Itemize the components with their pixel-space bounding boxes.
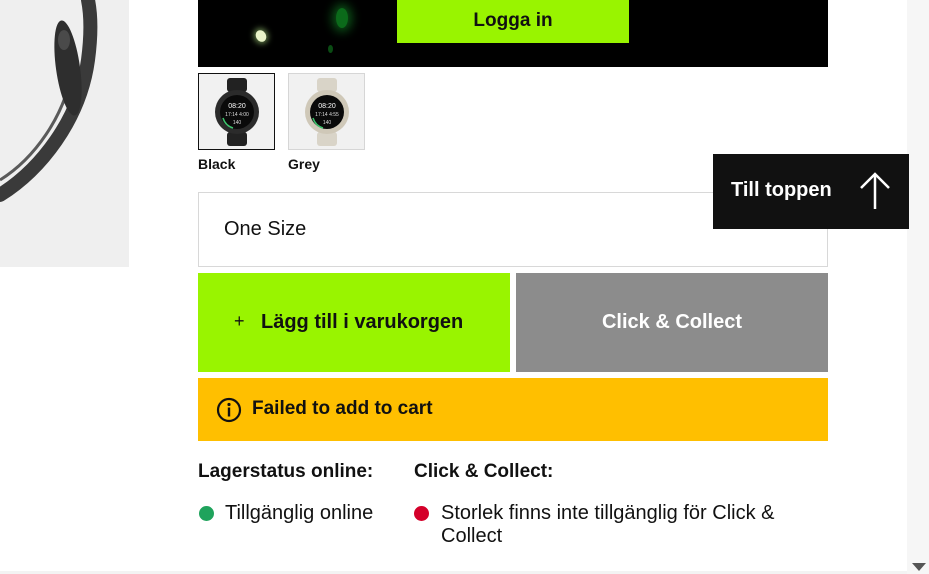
scroll-down-arrow-icon[interactable] bbox=[912, 563, 926, 571]
size-select-value: One Size bbox=[224, 218, 307, 240]
back-to-top-button[interactable]: Till toppen bbox=[713, 154, 909, 229]
online-stock-title: Lagerstatus online: bbox=[198, 461, 374, 482]
product-image[interactable] bbox=[0, 0, 129, 267]
product-page: Logga in 08:20 17:14 4:00 140 Black 08:2… bbox=[0, 0, 929, 574]
black-watch-thumbnail: 08:20 17:14 4:00 140 bbox=[215, 78, 259, 146]
swatch-black[interactable]: 08:20 17:14 4:00 140 bbox=[198, 73, 275, 150]
online-stock-status: Tillgänglig online bbox=[225, 502, 374, 524]
click-collect-stock-status: Storlek finns inte tillgänglig för Click… bbox=[441, 502, 774, 548]
svg-text:08:20: 08:20 bbox=[228, 103, 246, 110]
click-collect-status-line: Storlek finns inte tillgänglig för Click… bbox=[441, 502, 775, 524]
click-collect-button[interactable]: Click & Collect bbox=[516, 273, 828, 372]
plus-icon: + bbox=[234, 311, 245, 331]
unavailable-status-dot bbox=[414, 506, 429, 521]
login-button[interactable]: Logga in bbox=[397, 0, 629, 43]
grey-watch-thumbnail: 08:20 17:14 4:55 140 bbox=[305, 78, 349, 146]
svg-text:140: 140 bbox=[233, 120, 242, 126]
back-to-top-label: Till toppen bbox=[731, 179, 832, 201]
banner-light bbox=[328, 45, 333, 53]
svg-text:17:14 4:00: 17:14 4:00 bbox=[225, 112, 249, 118]
promo-banner: Logga in bbox=[198, 0, 828, 67]
swatch-label-black: Black bbox=[198, 156, 236, 172]
swatch-label-grey: Grey bbox=[288, 156, 320, 172]
banner-light bbox=[253, 28, 269, 44]
available-status-dot bbox=[199, 506, 214, 521]
svg-text:17:14 4:55: 17:14 4:55 bbox=[315, 112, 339, 118]
info-icon bbox=[216, 397, 242, 423]
scrollbar-track[interactable] bbox=[907, 0, 929, 574]
error-alert: Failed to add to cart bbox=[198, 378, 828, 441]
click-collect-label: Click & Collect bbox=[601, 311, 743, 333]
click-collect-stock-title: Click & Collect: bbox=[414, 461, 554, 482]
watch-strap-illustration bbox=[0, 0, 98, 202]
add-to-cart-label: Lägg till i varukorgen bbox=[261, 311, 464, 333]
add-to-cart-button[interactable]: + Lägg till i varukorgen bbox=[198, 273, 510, 372]
arrow-up-icon bbox=[860, 172, 890, 209]
error-alert-message: Failed to add to cart bbox=[252, 398, 433, 419]
click-collect-status-line: Collect bbox=[441, 525, 503, 547]
svg-text:08:20: 08:20 bbox=[318, 103, 336, 110]
svg-text:140: 140 bbox=[323, 120, 332, 126]
banner-light bbox=[336, 8, 348, 28]
swatch-grey[interactable]: 08:20 17:14 4:55 140 bbox=[288, 73, 365, 150]
